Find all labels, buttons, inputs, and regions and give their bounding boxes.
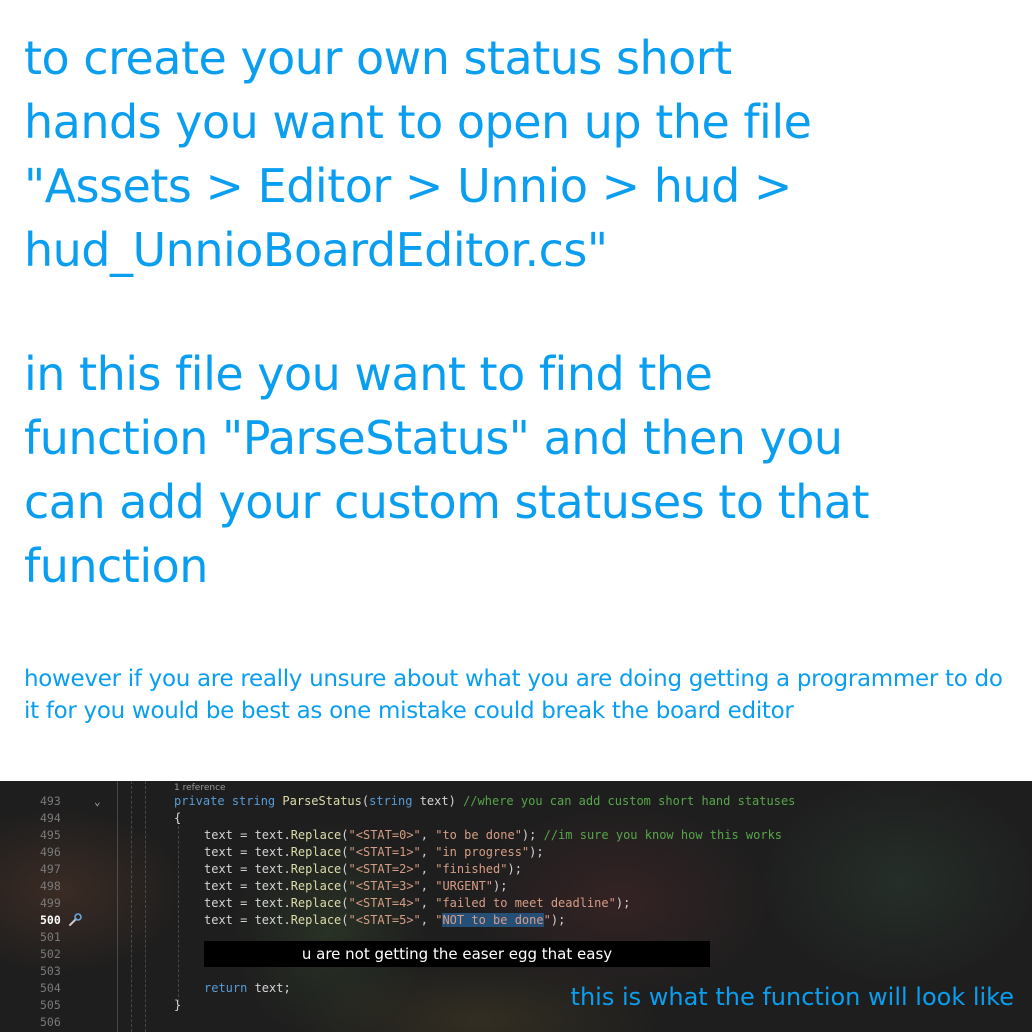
code-line: 506	[0, 1014, 1032, 1031]
instruction-paragraph-find-function: in this file you want to find the functi…	[24, 347, 870, 593]
code-text[interactable]: text = text.Replace("<STAT=0>", "to be d…	[204, 827, 782, 844]
line-number: 505	[40, 998, 61, 1012]
line-number: 504	[40, 981, 61, 995]
code-line: 499 text = text.Replace("<STAT=4>", "fai…	[0, 895, 1032, 912]
line-number: 493	[40, 794, 61, 808]
code-line: 496 text = text.Replace("<STAT=1>", "in …	[0, 844, 1032, 861]
selected-text: NOT to be done	[442, 913, 544, 927]
code-text[interactable]: text = text.Replace("<STAT=1>", "in prog…	[204, 844, 544, 861]
line-number: 497	[40, 862, 61, 876]
code-line-active: 500 text = text.Replace("<STAT=5>", "NOT…	[0, 912, 1032, 929]
code-text[interactable]: text = text.Replace("<STAT=5>", "NOT to …	[204, 912, 565, 929]
line-number: 494	[40, 811, 61, 825]
chevron-down-icon[interactable]: ⌄	[94, 793, 101, 810]
code-line: 494 {	[0, 810, 1032, 827]
code-text[interactable]: }	[174, 997, 181, 1014]
line-number: 501	[40, 930, 61, 944]
code-text[interactable]: private string ParseStatus(string text) …	[174, 793, 795, 810]
code-text[interactable]: return text;	[204, 980, 291, 997]
code-text[interactable]: text = text.Replace("<STAT=2>", "finishe…	[204, 861, 522, 878]
code-line: 497 text = text.Replace("<STAT=2>", "fin…	[0, 861, 1032, 878]
code-line: 498 text = text.Replace("<STAT=3>", "URG…	[0, 878, 1032, 895]
line-number: 500	[40, 913, 61, 927]
code-text[interactable]: text = text.Replace("<STAT=4>", "failed …	[204, 895, 630, 912]
line-number: 495	[40, 828, 61, 842]
subtitle-caption: u are not getting the easer egg that eas…	[204, 941, 710, 967]
line-number: 496	[40, 845, 61, 859]
warning-paragraph: however if you are really unsure about w…	[24, 666, 1003, 724]
line-number: 498	[40, 879, 61, 893]
instruction-paragraph-open-file: to create your own status short hands yo…	[24, 31, 812, 277]
code-text[interactable]: {	[174, 810, 181, 827]
overlay-note: this is what the function will look like	[570, 983, 1014, 1011]
code-text[interactable]: text = text.Replace("<STAT=3>", "URGENT"…	[204, 878, 507, 895]
line-number: 503	[40, 964, 61, 978]
code-line: 495 text = text.Replace("<STAT=0>", "to …	[0, 827, 1032, 844]
code-editor-screenshot: 1 reference 493 ⌄ private string ParseSt…	[0, 781, 1032, 1032]
line-number: 502	[40, 947, 61, 961]
line-number: 499	[40, 896, 61, 910]
line-number: 506	[40, 1015, 61, 1029]
code-line: 493 ⌄ private string ParseStatus(string …	[0, 793, 1032, 810]
